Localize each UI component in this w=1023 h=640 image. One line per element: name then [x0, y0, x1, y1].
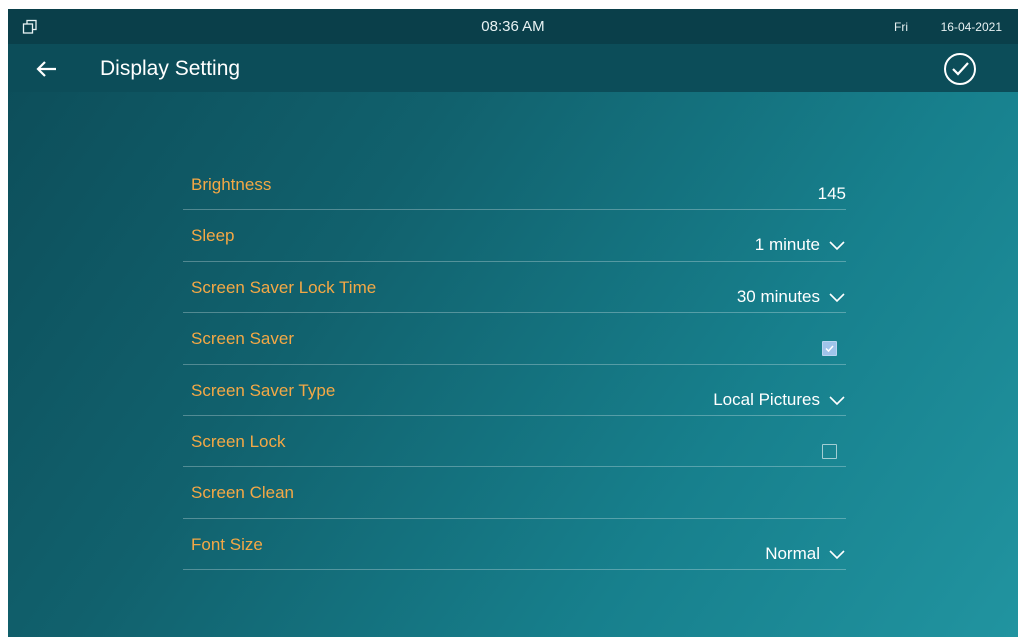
chevron-down-icon [829, 395, 845, 405]
font-size-row[interactable]: Font Size Normal [183, 519, 846, 571]
font-size-label: Font Size [191, 534, 263, 554]
status-bar: 08:36 AM Fri 16-04-2021 [8, 9, 1018, 44]
font-size-dropdown[interactable]: Normal [765, 544, 846, 564]
chevron-down-icon [829, 550, 845, 559]
sleep-label: Sleep [191, 226, 235, 246]
screen-clean-label: Screen Clean [191, 483, 295, 503]
font-size-value: Normal [765, 543, 820, 563]
display-setting-screen: 08:36 AM Fri 16-04-2021 Display Setting … [8, 9, 1018, 637]
back-button[interactable] [30, 54, 62, 84]
screen-saver-type-row[interactable]: Screen Saver Type Local Pictures [183, 365, 846, 416]
screen-lock-row[interactable]: Screen Lock [183, 416, 846, 468]
screen-saver-type-dropdown[interactable]: Local Pictures [713, 390, 846, 410]
screen-saver-lock-time-row[interactable]: Screen Saver Lock Time 30 minutes [183, 262, 846, 314]
settings-list: Brightness 145 Sleep 1 minute Screen Sav… [183, 159, 846, 571]
save-button[interactable] [942, 51, 978, 87]
status-date: 16-04-2021 [940, 20, 1002, 34]
brightness-value[interactable]: 145 [818, 184, 846, 204]
screen-lock-label: Screen Lock [191, 431, 286, 451]
page-title: Display Setting [100, 57, 241, 80]
check-circle-icon [944, 53, 976, 85]
screen-saver-lock-time-dropdown[interactable]: 30 minutes [737, 287, 846, 307]
status-time: 08:36 AM [481, 18, 545, 35]
screen-saver-type-label: Screen Saver Type [191, 380, 336, 400]
screen-clean-row[interactable]: Screen Clean [183, 467, 846, 519]
screen-lock-checkbox[interactable] [822, 443, 837, 459]
title-bar: Display Setting [8, 44, 1018, 92]
chevron-down-icon [829, 293, 845, 302]
screen-saver-type-value: Local Pictures [713, 389, 820, 409]
brightness-row[interactable]: Brightness 145 [183, 159, 846, 211]
screen-saver-lock-time-label: Screen Saver Lock Time [191, 277, 377, 297]
screen-saver-label: Screen Saver [191, 329, 294, 349]
checkmark-icon [825, 345, 834, 353]
screen-saver-row[interactable]: Screen Saver [183, 313, 846, 365]
sleep-dropdown[interactable]: 1 minute [755, 235, 846, 255]
back-arrow-icon [36, 61, 56, 77]
sleep-row[interactable]: Sleep 1 minute [183, 210, 846, 262]
chevron-down-icon [829, 241, 845, 251]
sleep-value: 1 minute [754, 235, 820, 255]
screen-saver-checkbox[interactable] [822, 341, 837, 357]
brightness-label: Brightness [191, 175, 272, 194]
status-day: Fri [894, 20, 908, 34]
screen-saver-lock-time-value: 30 minutes [736, 286, 820, 306]
